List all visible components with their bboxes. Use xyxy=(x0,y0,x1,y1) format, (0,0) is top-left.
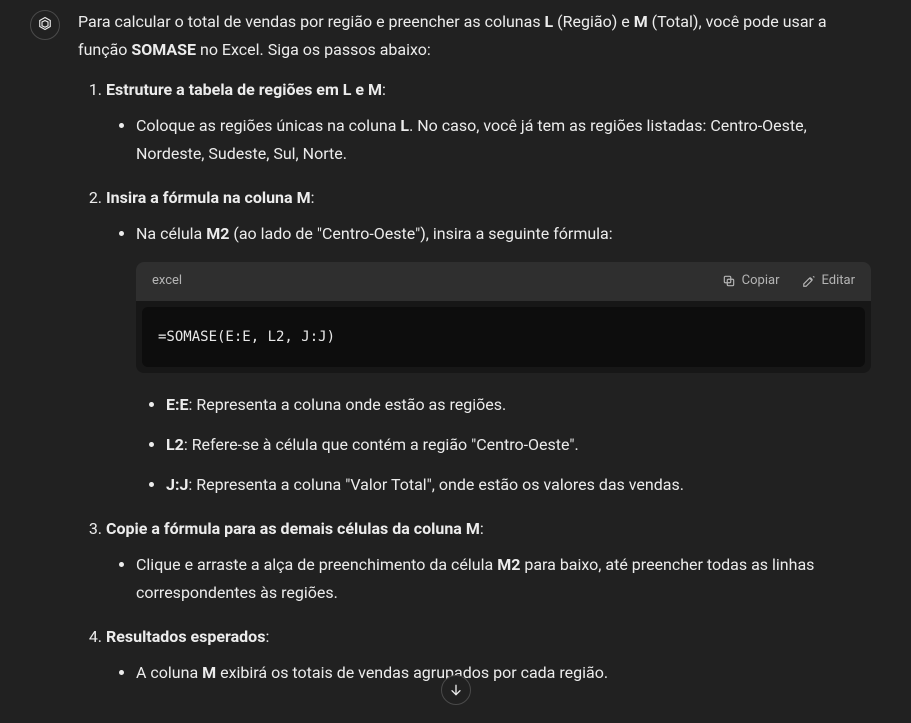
message-content: Para calcular o total de vendas por regi… xyxy=(78,8,881,703)
assistant-avatar xyxy=(30,10,60,40)
step-2-bullet-formula: Na célula M2 (ao lado de "Centro-Oeste")… xyxy=(136,220,871,499)
copy-icon xyxy=(722,274,736,288)
copy-button[interactable]: Copiar xyxy=(722,270,780,293)
code-lang-label: excel xyxy=(152,270,182,293)
explain-l2: L2: Refere-se à célula que contém a regi… xyxy=(166,431,871,459)
step-4-bullet: A coluna M exibirá os totais de vendas a… xyxy=(136,659,871,687)
scroll-down-button[interactable] xyxy=(441,675,471,705)
steps-list: Estruture a tabela de regiões em L e M: … xyxy=(78,76,871,687)
openai-logo-icon xyxy=(36,16,54,34)
code-content[interactable]: =SOMASE(E:E, L2, J:J) xyxy=(142,307,865,368)
intro-paragraph: Para calcular o total de vendas por regi… xyxy=(78,8,871,64)
arrow-down-icon xyxy=(448,682,464,698)
edit-icon xyxy=(802,274,816,288)
step-2: Insira a fórmula na coluna M: Na célula … xyxy=(106,184,871,499)
explain-ee: E:E: Representa a coluna onde estão as r… xyxy=(166,391,871,419)
step-4: Resultados esperados: A coluna M exibirá… xyxy=(106,623,871,687)
edit-button[interactable]: Editar xyxy=(802,270,856,293)
code-header: excel Copiar Editar xyxy=(136,262,871,301)
step-1-bullet: Coloque as regiões únicas na coluna L. N… xyxy=(136,112,871,168)
explain-jj: J:J: Representa a coluna "Valor Total", … xyxy=(166,471,871,499)
step-3: Copie a fórmula para as demais células d… xyxy=(106,515,871,607)
step-3-bullet: Clique e arraste a alça de preenchimento… xyxy=(136,551,871,607)
code-block: excel Copiar Editar xyxy=(136,262,871,373)
step-1: Estruture a tabela de regiões em L e M: … xyxy=(106,76,871,168)
